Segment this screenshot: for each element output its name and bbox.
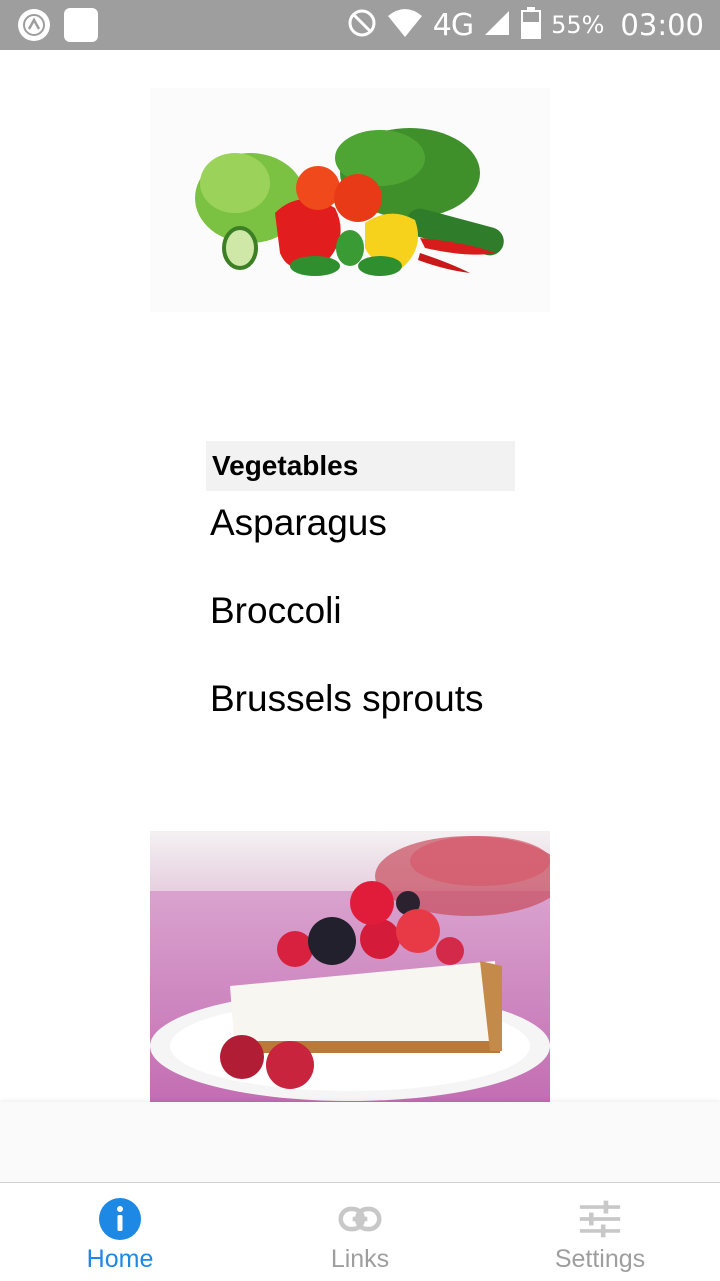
list-item-asparagus[interactable]: Asparagus <box>210 502 387 544</box>
bottom-area <box>0 1102 720 1182</box>
section-header-vegetables: Vegetables <box>206 441 515 491</box>
do-not-disturb-icon <box>347 8 377 42</box>
wifi-icon <box>387 8 423 42</box>
notification-square-icon <box>64 8 98 42</box>
tab-links-label: Links <box>330 1245 390 1273</box>
battery-level: 55% <box>551 11 605 39</box>
signal-icon <box>483 9 511 41</box>
list-item-broccoli[interactable]: Broccoli <box>210 590 342 632</box>
network-type: 4G <box>432 7 474 43</box>
bottom-tab-bar: Home Links Settings <box>0 1182 720 1281</box>
list-item-brussels-sprouts[interactable]: Brussels sprouts <box>210 678 484 720</box>
tab-settings-label: Settings <box>554 1245 646 1273</box>
info-icon <box>98 1197 142 1241</box>
battery-icon <box>521 7 542 43</box>
tab-links[interactable]: Links <box>240 1183 480 1281</box>
tab-home-label: Home <box>86 1245 154 1273</box>
app-notification-icon <box>18 9 50 41</box>
vegetables-image <box>150 88 550 312</box>
link-icon <box>338 1197 382 1241</box>
sliders-icon <box>578 1197 622 1241</box>
status-bar: 4G 55% 03:00 <box>0 0 720 50</box>
cheesecake-image <box>150 831 550 1102</box>
tab-settings[interactable]: Settings <box>480 1183 720 1281</box>
clock: 03:00 <box>620 8 704 42</box>
tab-home[interactable]: Home <box>0 1183 240 1281</box>
